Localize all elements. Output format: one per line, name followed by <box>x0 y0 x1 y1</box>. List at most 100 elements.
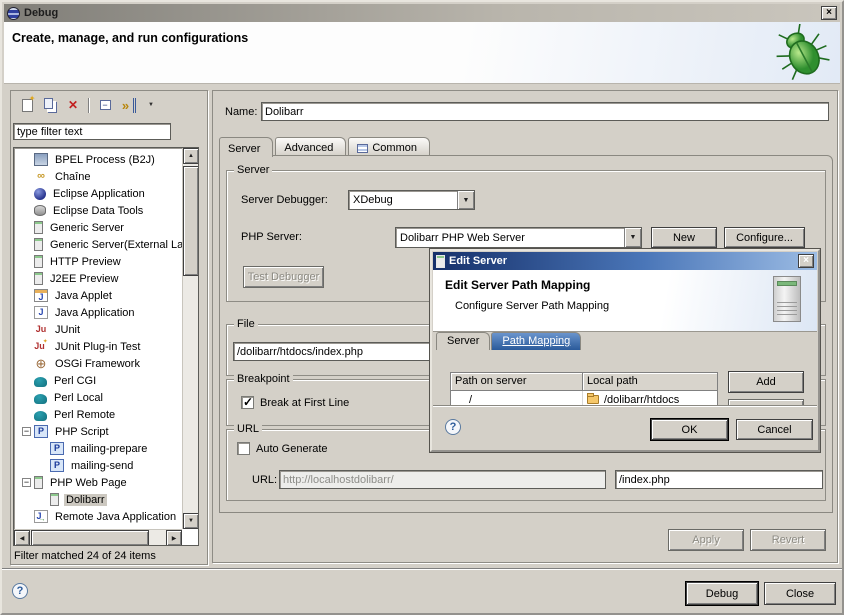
tree-item[interactable]: JUnit <box>14 321 182 338</box>
debug-button[interactable]: Debug <box>686 582 758 605</box>
new-server-button[interactable]: New <box>651 227 717 248</box>
type-filter-input[interactable] <box>13 123 171 140</box>
perl-icon <box>34 377 47 387</box>
add-button[interactable]: Add <box>728 371 804 393</box>
tree-item[interactable]: Generic Server <box>14 219 182 236</box>
auto-generate-checkbox[interactable]: Auto Generate <box>237 442 328 455</box>
url-base-input <box>279 470 606 489</box>
tree-item[interactable]: J2EE Preview <box>14 270 182 287</box>
php-server-combo[interactable]: Dolibarr PHP Web Server <box>395 227 642 248</box>
tree-item[interactable]: OSGi Framework <box>14 355 182 372</box>
revert-button: Revert <box>750 529 826 551</box>
collapse-expander-icon[interactable] <box>22 478 31 487</box>
chevron-down-icon[interactable] <box>457 191 474 209</box>
tree-item[interactable]: Remote Java Application <box>14 508 182 525</box>
database-icon <box>34 205 46 216</box>
tree-item-label: Remote Java Application <box>53 511 178 523</box>
dialog-title-bar[interactable]: Edit Server × <box>433 252 817 270</box>
tree-item[interactable]: Perl CGI <box>14 372 182 389</box>
tab-server-settings[interactable]: Server <box>436 332 490 350</box>
scroll-right-icon[interactable]: ▶ <box>166 530 182 546</box>
url-group-title: URL <box>234 423 262 435</box>
horizontal-scroll-thumb[interactable] <box>31 530 149 546</box>
tree-item-label: PHP Script <box>53 426 111 438</box>
filter-launch-configurations-icon[interactable] <box>120 98 136 113</box>
column-local-path[interactable]: Local path <box>583 373 717 391</box>
tab-common[interactable]: Common <box>348 137 430 156</box>
tab-server[interactable]: Server <box>219 137 273 157</box>
config-tabs: Server Advanced Common <box>219 137 432 156</box>
collapse-all-icon[interactable] <box>97 98 113 113</box>
tree-item-selected[interactable]: Dolibarr <box>14 491 182 508</box>
chevron-down-icon[interactable] <box>624 228 641 247</box>
tree-item-label: mailing-prepare <box>69 443 149 455</box>
new-launch-configuration-icon[interactable] <box>19 98 35 113</box>
server-debugger-label: Server Debugger: <box>241 194 328 206</box>
php-script-icon <box>50 442 64 455</box>
eclipse-logo-icon <box>7 7 20 20</box>
name-input[interactable] <box>261 102 829 121</box>
vertical-scrollbar[interactable]: ▲ ▼ <box>182 148 198 529</box>
vertical-scroll-thumb[interactable] <box>183 166 199 276</box>
close-button[interactable]: Close <box>764 582 836 605</box>
java-application-icon <box>34 306 48 319</box>
title-bar[interactable]: Debug × <box>4 4 840 22</box>
tree-item-label: Perl Remote <box>52 409 117 421</box>
tree-item-label: BPEL Process (B2J) <box>53 154 157 166</box>
tree-item[interactable]: PHP Script <box>14 423 182 440</box>
tree-item[interactable]: mailing-send <box>14 457 182 474</box>
horizontal-scrollbar[interactable]: ◀ ▶ <box>14 529 182 545</box>
tree-item[interactable]: Eclipse Application <box>14 185 182 202</box>
header-banner: Create, manage, and run configurations <box>4 22 840 84</box>
php-script-icon <box>34 425 48 438</box>
column-path-on-server[interactable]: Path on server <box>451 373 583 391</box>
name-label: Name: <box>225 106 257 118</box>
collapse-expander-icon[interactable] <box>22 427 31 436</box>
tree-item[interactable]: JUnit Plug-in Test <box>14 338 182 355</box>
url-path-input[interactable] <box>615 470 823 489</box>
help-icon[interactable] <box>12 583 28 599</box>
tab-advanced[interactable]: Advanced <box>275 137 346 156</box>
toolbar-dropdown-arrow-icon[interactable] <box>143 98 159 113</box>
tree-item[interactable]: Chaîne <box>14 168 182 185</box>
bpel-process-icon <box>34 153 48 166</box>
tree-item-label: J2EE Preview <box>48 273 120 285</box>
scroll-left-icon[interactable]: ◀ <box>14 530 30 546</box>
php-server-value: Dolibarr PHP Web Server <box>396 232 624 244</box>
eclipse-application-icon <box>34 188 46 200</box>
osgi-icon <box>34 357 48 370</box>
break-first-line-checkbox[interactable]: Break at First Line <box>241 396 349 409</box>
footer-separator <box>2 568 842 570</box>
close-window-button[interactable]: × <box>821 6 837 20</box>
scroll-up-icon[interactable]: ▲ <box>183 148 199 164</box>
configurations-panel: BPEL Process (B2J) Chaîne Eclipse Applic… <box>10 90 208 565</box>
tree-item[interactable]: Java Application <box>14 304 182 321</box>
checkbox-unchecked-icon[interactable] <box>237 442 250 455</box>
duplicate-configuration-icon[interactable] <box>42 98 58 113</box>
tree-item[interactable]: PHP Web Page <box>14 474 182 491</box>
configure-button[interactable]: Configure... <box>724 227 805 248</box>
tree-item[interactable]: Perl Remote <box>14 406 182 423</box>
configuration-tree: BPEL Process (B2J) Chaîne Eclipse Applic… <box>13 147 199 546</box>
dialog-close-button[interactable]: × <box>798 254 814 268</box>
tree-item[interactable]: mailing-prepare <box>14 440 182 457</box>
perl-icon <box>34 394 47 404</box>
tree-item[interactable]: Java Applet <box>14 287 182 304</box>
tree-item[interactable]: Perl Local <box>14 389 182 406</box>
tree-item[interactable]: Generic Server(External La <box>14 236 182 253</box>
tree-item[interactable]: BPEL Process (B2J) <box>14 151 182 168</box>
file-group-title: File <box>234 318 258 330</box>
test-debugger-button: Test Debugger <box>243 266 324 288</box>
server-debugger-combo[interactable]: XDebug <box>348 190 475 210</box>
tree-item[interactable]: HTTP Preview <box>14 253 182 270</box>
help-icon[interactable] <box>445 419 461 435</box>
ok-button[interactable]: OK <box>651 419 728 440</box>
tab-path-mapping[interactable]: Path Mapping <box>491 332 581 350</box>
perl-icon <box>34 411 47 421</box>
scroll-down-icon[interactable]: ▼ <box>183 513 199 529</box>
cancel-button[interactable]: Cancel <box>736 419 813 440</box>
configurations-toolbar <box>11 91 207 119</box>
delete-configuration-icon[interactable] <box>65 98 81 113</box>
checkbox-checked-icon[interactable] <box>241 396 254 409</box>
tree-item[interactable]: Eclipse Data Tools <box>14 202 182 219</box>
